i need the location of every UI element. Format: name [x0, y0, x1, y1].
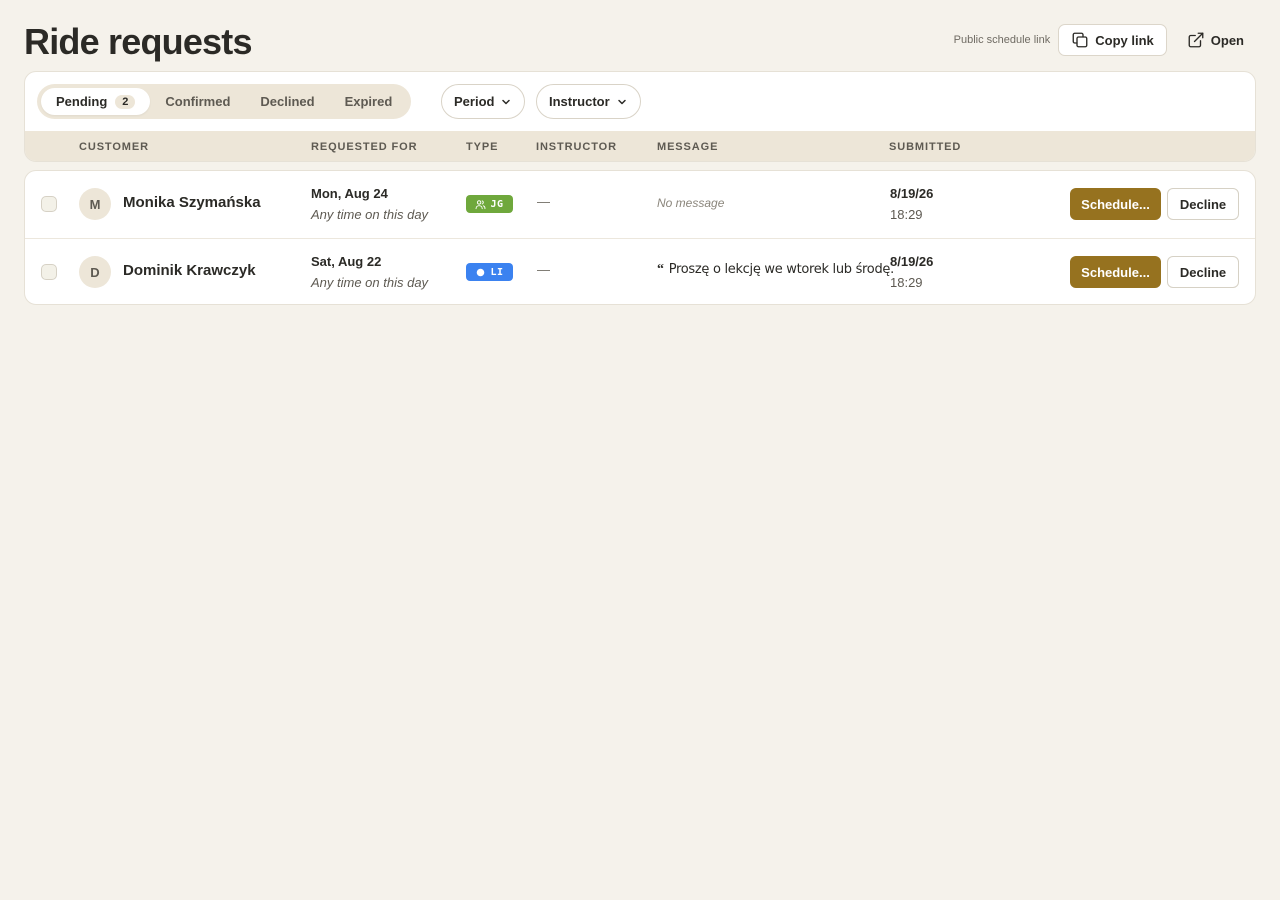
- message-empty: No message: [657, 196, 725, 210]
- instructor-value: —: [537, 262, 550, 277]
- instructor-dropdown-label: Instructor: [549, 94, 610, 109]
- column-header-instructor[interactable]: INSTRUCTOR: [536, 131, 617, 161]
- tab-declined[interactable]: Declined: [245, 88, 329, 115]
- pending-count-badge: 2: [115, 94, 136, 109]
- avatar: D: [79, 256, 111, 288]
- table-header: CUSTOMER REQUESTED FOR TYPE INSTRUCTOR M…: [25, 131, 1255, 161]
- column-header-requested-for[interactable]: REQUESTED FOR: [311, 131, 417, 161]
- copy-link-label: Copy link: [1095, 32, 1154, 48]
- copy-link-button[interactable]: Copy link: [1058, 24, 1167, 56]
- customer-name: Monika Szymańska: [123, 194, 261, 211]
- submitted-time: 18:29: [890, 207, 923, 222]
- tab-pending-label: Pending: [56, 94, 108, 109]
- instructor-value: —: [537, 194, 550, 209]
- period-dropdown[interactable]: Period: [441, 84, 526, 119]
- status-tabs: Pending 2 Confirmed Declined Expired: [37, 84, 412, 119]
- customer-name: Dominik Krawczyk: [123, 262, 256, 279]
- type-badge: JG: [466, 195, 513, 213]
- header-actions: Public schedule link Copy link Open: [954, 24, 1256, 56]
- tab-confirmed-label: Confirmed: [165, 94, 231, 109]
- column-header-submitted[interactable]: SUBMITTED: [889, 131, 961, 161]
- requested-time: Any time on this day: [311, 207, 429, 222]
- external-link-icon: [1188, 32, 1204, 48]
- instructor-dropdown[interactable]: Instructor: [536, 84, 641, 119]
- requests-table: M Monika Szymańska Mon, Aug 24 Any time …: [24, 170, 1256, 305]
- row-checkbox[interactable]: [41, 196, 57, 212]
- copy-icon: [1072, 32, 1088, 48]
- chevron-down-icon: [502, 99, 511, 104]
- tab-expired[interactable]: Expired: [330, 88, 408, 115]
- period-dropdown-label: Period: [454, 94, 495, 109]
- schedule-button[interactable]: Schedule...: [1070, 188, 1161, 220]
- public-schedule-link-label: Public schedule link: [953, 34, 1051, 46]
- table-row: D Dominik Krawczyk Sat, Aug 22 Any time …: [25, 238, 1255, 304]
- type-code: LI: [490, 266, 504, 278]
- filters-card: Pending 2 Confirmed Declined Expired Per…: [24, 71, 1256, 162]
- tab-declined-label: Declined: [260, 94, 315, 109]
- column-header-customer[interactable]: CUSTOMER: [79, 131, 149, 161]
- circle-icon: [477, 268, 485, 276]
- column-header-type[interactable]: TYPE: [466, 131, 498, 161]
- submitted-date: 8/19/26: [890, 254, 934, 269]
- tab-pending[interactable]: Pending 2: [41, 88, 151, 115]
- tab-confirmed[interactable]: Confirmed: [150, 88, 245, 115]
- requested-date: Sat, Aug 22: [311, 254, 382, 269]
- type-code: JG: [490, 198, 504, 210]
- message-content: Proszę o lekcję we wtorek lub środę.: [668, 262, 895, 277]
- decline-button[interactable]: Decline: [1167, 256, 1239, 288]
- page-title: Ride requests: [24, 21, 252, 62]
- users-icon: [476, 199, 486, 209]
- type-badge: LI: [466, 263, 513, 281]
- table-row: M Monika Szymańska Mon, Aug 24 Any time …: [25, 171, 1255, 238]
- submitted-time: 18:29: [890, 275, 923, 290]
- message-text: “ Proszę o lekcję we wtorek lub środę.: [657, 262, 894, 278]
- requested-date: Mon, Aug 24: [311, 186, 388, 201]
- requested-time: Any time on this day: [311, 275, 429, 290]
- row-checkbox[interactable]: [41, 264, 57, 280]
- open-button[interactable]: Open: [1175, 24, 1256, 56]
- column-header-message[interactable]: MESSAGE: [657, 131, 718, 161]
- chevron-down-icon: [617, 99, 626, 104]
- schedule-button[interactable]: Schedule...: [1070, 256, 1161, 288]
- tab-expired-label: Expired: [344, 94, 393, 109]
- avatar: M: [79, 188, 111, 220]
- decline-button[interactable]: Decline: [1167, 188, 1239, 220]
- quote-icon: “: [657, 262, 664, 277]
- open-label: Open: [1210, 32, 1244, 48]
- submitted-date: 8/19/26: [890, 186, 934, 201]
